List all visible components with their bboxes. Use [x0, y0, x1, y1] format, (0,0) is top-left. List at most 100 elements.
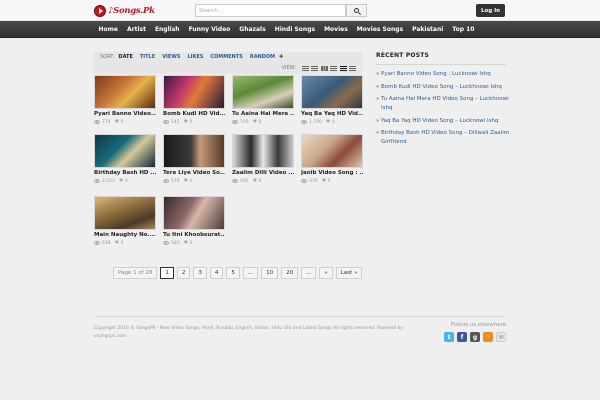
follow-label: Follow us elsewhere: [450, 322, 506, 328]
page-10[interactable]: 10: [261, 267, 279, 279]
logo-text: ♪Songs.Pk: [108, 5, 155, 16]
video-card[interactable]: Zaalim Dilli Video ... 495 ♥ 0: [232, 134, 294, 184]
nav-item-hindi-songs[interactable]: Hindi Songs: [270, 21, 319, 38]
video-card[interactable]: Pyari Banno Video... 774 ♥ 0: [94, 75, 156, 125]
page-info: Page 1 of 28: [113, 267, 158, 279]
video-card[interactable]: Birthday Bash HD ... 2,023 ♥ 0: [94, 134, 156, 184]
video-thumbnail[interactable]: [94, 134, 156, 168]
page-5[interactable]: 5: [226, 267, 240, 279]
video-title[interactable]: Tere Liye Video So...: [163, 170, 225, 176]
like-count: 0: [258, 178, 262, 184]
like-count: 0: [327, 178, 331, 184]
site-logo[interactable]: ♪Songs.Pk: [94, 3, 155, 18]
search-button[interactable]: [346, 4, 367, 17]
google-plus-icon[interactable]: g: [470, 332, 480, 342]
view-count: 1,700: [309, 119, 322, 125]
nav-item-english[interactable]: English: [150, 21, 184, 38]
video-title[interactable]: Janib Video Song : ...: [301, 170, 363, 176]
video-stats: 705 ♥ 0: [232, 119, 261, 125]
video-title[interactable]: Main Naughty No....: [94, 232, 156, 238]
video-card[interactable]: Main Naughty No.... 634 ♥ 0: [94, 196, 156, 246]
video-thumbnail[interactable]: [232, 75, 294, 109]
sort-likes[interactable]: LIKES: [187, 54, 203, 60]
sort-title[interactable]: TITLE: [140, 54, 155, 60]
video-title[interactable]: Pyari Banno Video...: [94, 111, 156, 117]
sort-random[interactable]: RANDOM: [250, 54, 275, 60]
video-thumbnail[interactable]: [94, 75, 156, 109]
heart-icon: ♥: [183, 178, 189, 184]
recent-post-link[interactable]: Tu Aaina Hai Mera HD Video Song – Luckhn…: [376, 95, 510, 113]
search-icon: [354, 8, 359, 13]
video-thumbnail[interactable]: [94, 196, 156, 230]
video-thumbnail[interactable]: [163, 134, 225, 168]
heart-icon: ♥: [321, 178, 327, 184]
nav-item-movies[interactable]: Movies: [320, 21, 353, 38]
video-card[interactable]: Tu Itni Khoobsurat... 583 ♥ 0: [163, 196, 225, 246]
like-count: 0: [120, 240, 124, 246]
video-card[interactable]: Tere Liye Video So... 570 ♥ 0: [163, 134, 225, 184]
rss-icon[interactable]: ◝: [483, 332, 493, 342]
view-row: VIEW:: [282, 65, 356, 71]
video-title[interactable]: Zaalim Dilli Video ...: [232, 170, 294, 176]
video-thumbnail[interactable]: [163, 196, 225, 230]
nav-item-pakistani[interactable]: Pakistani: [408, 21, 448, 38]
nav-item-ghazals[interactable]: Ghazals: [235, 21, 270, 38]
thumbnail-view-icon[interactable]: [339, 65, 347, 71]
large-view-icon[interactable]: [349, 65, 356, 71]
eye-icon: [232, 179, 238, 183]
search-input[interactable]: [195, 4, 346, 17]
video-title[interactable]: Tu Aaina Hai Mera ...: [232, 111, 294, 117]
video-thumbnail[interactable]: [301, 134, 363, 168]
sort-comments[interactable]: COMMENTS: [210, 54, 242, 60]
grid-view-icon[interactable]: [320, 65, 328, 71]
nav-item-home[interactable]: Home: [94, 21, 122, 38]
login-button[interactable]: Log In: [476, 4, 505, 17]
video-card[interactable]: Bomb Kudi HD Vid... 545 ♥ 0: [163, 75, 225, 125]
recent-post-link[interactable]: Birthday Bash HD Video Song – Dillwali Z…: [376, 129, 510, 147]
facebook-icon[interactable]: f: [457, 332, 467, 342]
video-thumbnail[interactable]: [301, 75, 363, 109]
shuffle-icon: ✚: [279, 54, 284, 60]
like-count: 0: [189, 119, 193, 125]
page-20[interactable]: 20: [281, 267, 299, 279]
video-card[interactable]: Tu Aaina Hai Mera ... 705 ♥ 0: [232, 75, 294, 125]
video-stats: 378 ♥ 0: [301, 178, 330, 184]
eye-icon: [94, 120, 100, 124]
video-card[interactable]: Yaq Ba Yaq HD Vid... 1,700 ♥ 0: [301, 75, 363, 125]
video-card[interactable]: Janib Video Song : ... 378 ♥ 0: [301, 134, 363, 184]
nav-item-funny-video[interactable]: Funny Video: [184, 21, 235, 38]
recent-post-link[interactable]: Yaq Ba Yaq HD Video Song – Lucknowi Ishq: [376, 117, 510, 126]
heart-icon: ♥: [114, 240, 120, 246]
recent-posts-title: RECENT POSTS: [376, 52, 506, 65]
page-1[interactable]: 1: [160, 267, 174, 279]
last-page-button[interactable]: Last »: [335, 267, 363, 279]
sort-date[interactable]: DATE: [118, 54, 132, 60]
view-count: 495: [240, 178, 249, 184]
email-icon[interactable]: ✉: [496, 332, 506, 342]
like-count: 0: [331, 119, 335, 125]
nav-item-top-10[interactable]: Top 10: [448, 21, 479, 38]
video-title[interactable]: Yaq Ba Yaq HD Vid...: [301, 111, 363, 117]
video-title[interactable]: Tu Itni Khoobsurat...: [163, 232, 225, 238]
video-thumbnail[interactable]: [232, 134, 294, 168]
page-2[interactable]: 2: [176, 267, 191, 279]
next-page-button[interactable]: »: [319, 267, 333, 279]
video-title[interactable]: Birthday Bash HD ...: [94, 170, 156, 176]
eye-icon: [163, 120, 169, 124]
video-title[interactable]: Bomb Kudi HD Vid...: [163, 111, 225, 117]
detail-view-icon[interactable]: [330, 65, 337, 71]
twitter-icon[interactable]: t: [444, 332, 454, 342]
video-thumbnail[interactable]: [163, 75, 225, 109]
recent-post-link[interactable]: Bomb Kudi HD Video Song – Luckhnowi Ishq: [376, 83, 510, 92]
page-4[interactable]: 4: [209, 267, 224, 279]
nav-item-artist[interactable]: Artist: [122, 21, 150, 38]
compact-list-view-icon[interactable]: [311, 65, 318, 71]
page-3[interactable]: 3: [193, 267, 207, 279]
list-view-icon[interactable]: [301, 65, 309, 71]
recent-post-link[interactable]: Pyari Banno Video Song : Lucknowi Ishq: [376, 70, 510, 79]
view-count: 634: [102, 240, 111, 246]
sort-views[interactable]: VIEWS: [162, 54, 180, 60]
copyright-text: Copyright 2016 © SongsPK - New Video Son…: [94, 326, 404, 339]
nav-item-movies-songs[interactable]: Movies Songs: [352, 21, 407, 38]
heart-icon: ♥: [118, 178, 124, 184]
